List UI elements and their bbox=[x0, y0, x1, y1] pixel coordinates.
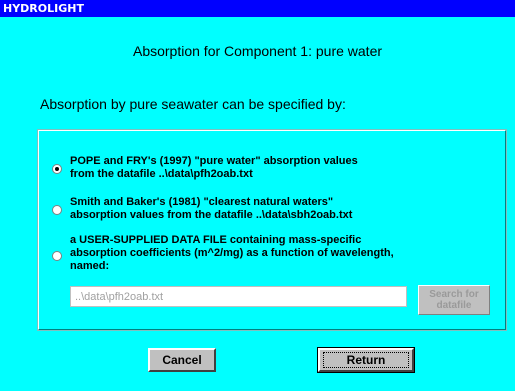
intro-text: Absorption by pure seawater can be speci… bbox=[40, 96, 346, 112]
option-pope-fry-label: POPE and FRY's (1997) "pure water" absor… bbox=[70, 155, 358, 180]
return-button[interactable]: Return bbox=[317, 347, 415, 373]
radio-pope-fry[interactable] bbox=[52, 164, 62, 174]
radio-smith-baker[interactable] bbox=[52, 205, 62, 215]
title-bar: HYDROLIGHT bbox=[0, 0, 515, 17]
cancel-button[interactable]: Cancel bbox=[148, 348, 216, 372]
page-heading: Absorption for Component 1: pure water bbox=[132, 43, 383, 59]
window-title: HYDROLIGHT bbox=[3, 2, 84, 15]
hydrolight-window: HYDROLIGHT Absorption for Component 1: p… bbox=[0, 0, 515, 391]
focus-rectangle bbox=[323, 352, 409, 368]
radio-user-supplied[interactable] bbox=[52, 251, 62, 261]
search-datafile-button[interactable]: Search for datafile bbox=[418, 285, 490, 315]
datafile-path-input[interactable] bbox=[70, 286, 407, 307]
option-smith-baker-label: Smith and Baker's (1981) "clearest natur… bbox=[70, 196, 353, 221]
option-user-supplied-label: a USER-SUPPLIED DATA FILE containing mas… bbox=[70, 234, 394, 272]
